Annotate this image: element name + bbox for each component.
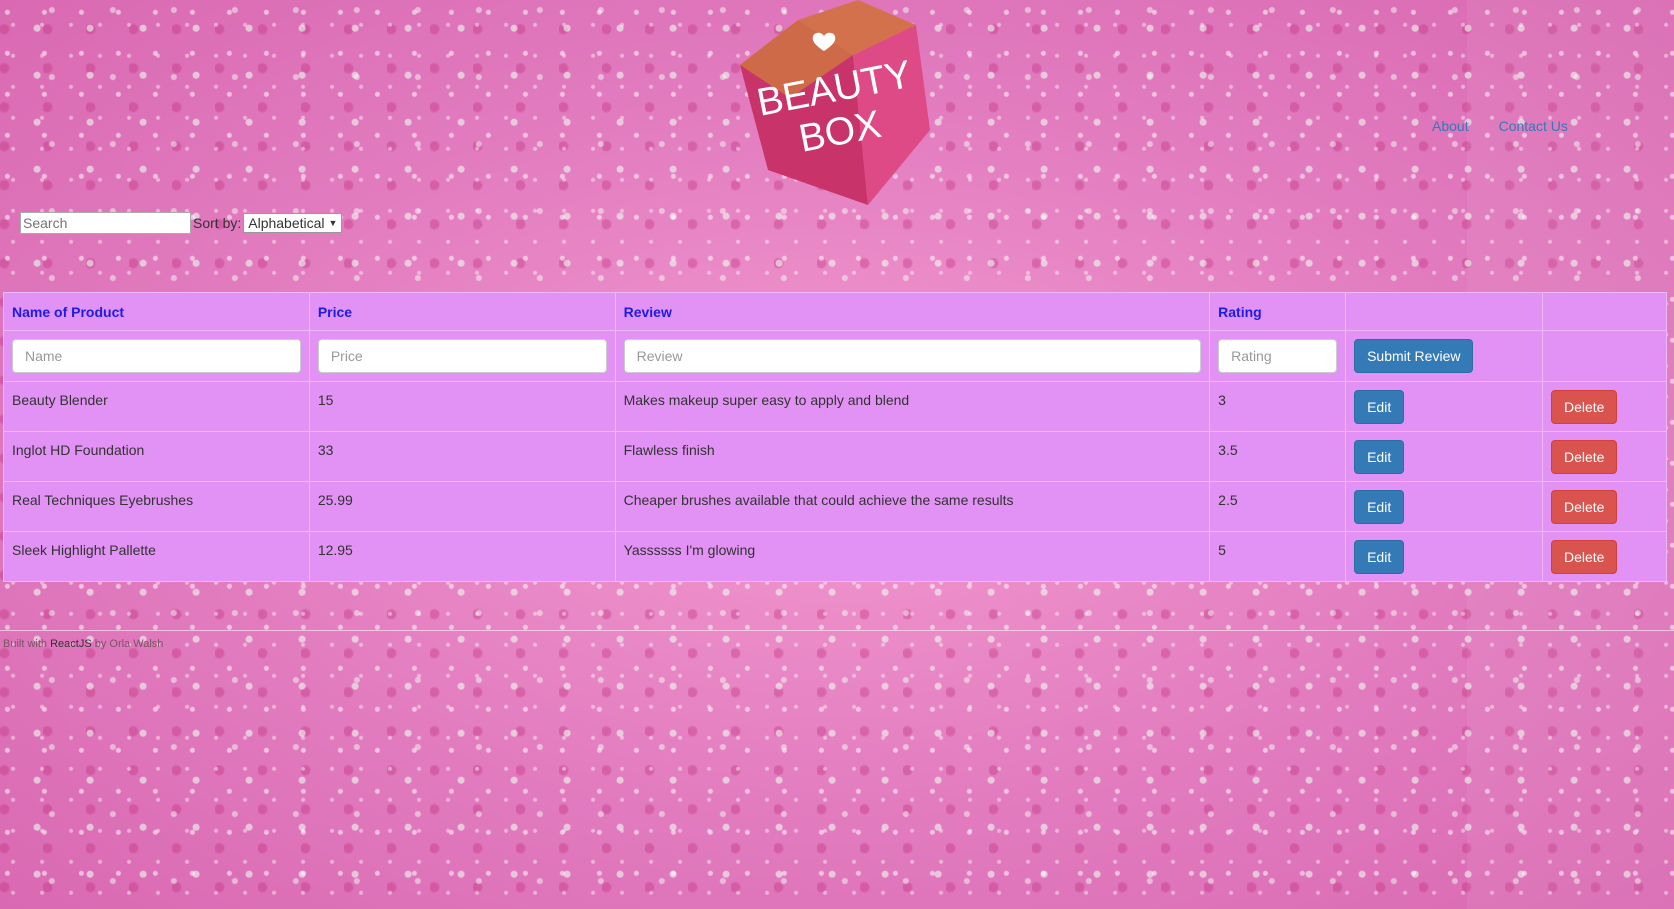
review-input-cell xyxy=(614,330,1211,382)
footer-divider xyxy=(0,630,1674,631)
reviews-table-container: Name of Product Price Review Rating Name… xyxy=(3,292,1667,582)
nav-contact-link[interactable]: Contact Us xyxy=(1499,118,1568,134)
footer-prefix: Built with xyxy=(3,638,51,650)
price-input-cell xyxy=(308,330,616,382)
edit-cell: Edit xyxy=(1345,531,1543,582)
table-row: Beauty Blender 15 Makes makeup super eas… xyxy=(3,381,1667,432)
edit-cell: Edit xyxy=(1345,381,1543,432)
empty-cell xyxy=(1542,330,1667,382)
table-row: Sleek Highlight Pallette 12.95 Yassssss … xyxy=(3,531,1667,582)
edit-button[interactable]: Edit xyxy=(1354,540,1405,574)
delete-button[interactable]: Delete xyxy=(1551,440,1618,474)
column-header-actions-edit xyxy=(1345,292,1543,331)
edit-button[interactable]: Edit xyxy=(1354,490,1405,524)
delete-button[interactable]: Delete xyxy=(1551,540,1618,574)
new-review-row: Submit Review xyxy=(3,330,1667,382)
delete-button[interactable]: Delete xyxy=(1551,390,1618,424)
sort-select[interactable]: Alphabetical ▼ xyxy=(243,213,343,233)
nav-about-link[interactable]: About xyxy=(1432,118,1469,134)
name-input-cell xyxy=(3,330,310,382)
product-price: 33 xyxy=(308,431,616,482)
edit-button[interactable]: Edit xyxy=(1354,390,1405,424)
column-header-name: Name of Product xyxy=(3,292,310,331)
submit-review-button[interactable]: Submit Review xyxy=(1354,339,1474,373)
caret-down-icon: ▼ xyxy=(328,218,338,228)
product-rating: 5 xyxy=(1209,531,1347,582)
footer-tech-link[interactable]: ReactJS xyxy=(50,638,92,650)
delete-cell: Delete xyxy=(1542,431,1667,482)
footer-suffix: by Orla Walsh xyxy=(91,638,164,650)
product-name: Sleek Highlight Pallette xyxy=(3,531,310,582)
table-header-row: Name of Product Price Review Rating xyxy=(3,292,1667,331)
sort-selected-value: Alphabetical xyxy=(248,215,325,231)
product-rating: 3 xyxy=(1209,381,1347,432)
price-input[interactable] xyxy=(317,339,607,373)
rating-input-cell xyxy=(1209,330,1347,382)
table-row: Inglot HD Foundation 33 Flawless finish … xyxy=(3,431,1667,482)
submit-cell: Submit Review xyxy=(1345,330,1543,382)
table-row: Real Techniques Eyebrushes 25.99 Cheaper… xyxy=(3,481,1667,532)
edit-cell: Edit xyxy=(1345,431,1543,482)
product-price: 15 xyxy=(308,381,616,432)
product-price: 12.95 xyxy=(308,531,616,582)
product-rating: 3.5 xyxy=(1209,431,1347,482)
column-header-review: Review xyxy=(614,292,1211,331)
product-name: Real Techniques Eyebrushes xyxy=(3,481,310,532)
sort-label: Sort by: xyxy=(193,215,242,231)
toolbar: Sort by: Alphabetical ▼ xyxy=(20,212,343,234)
edit-button[interactable]: Edit xyxy=(1354,440,1405,474)
product-name: Beauty Blender xyxy=(3,381,310,432)
beauty-box-logo[interactable]: BEAUTY BOX xyxy=(738,0,932,205)
column-header-rating: Rating xyxy=(1209,292,1347,331)
name-input[interactable] xyxy=(12,339,301,373)
review-input[interactable] xyxy=(623,339,1202,373)
search-input[interactable] xyxy=(20,212,191,234)
product-review: Yassssss I'm glowing xyxy=(614,531,1211,582)
product-review: Cheaper brushes available that could ach… xyxy=(614,481,1211,532)
column-header-actions-delete xyxy=(1542,292,1667,331)
delete-cell: Delete xyxy=(1542,531,1667,582)
reviews-table: Name of Product Price Review Rating Name… xyxy=(3,292,1667,582)
footer: Built with ReactJS by Orla Walsh xyxy=(3,638,163,650)
rating-input[interactable] xyxy=(1218,339,1338,373)
product-name: Inglot HD Foundation xyxy=(3,431,310,482)
product-rating: 2.5 xyxy=(1209,481,1347,532)
column-header-price: Price xyxy=(308,292,616,331)
delete-button[interactable]: Delete xyxy=(1551,490,1618,524)
product-review: Flawless finish xyxy=(614,431,1211,482)
delete-cell: Delete xyxy=(1542,381,1667,432)
delete-cell: Delete xyxy=(1542,481,1667,532)
product-price: 25.99 xyxy=(308,481,616,532)
edit-cell: Edit xyxy=(1345,481,1543,532)
product-review: Makes makeup super easy to apply and ble… xyxy=(614,381,1211,432)
top-nav: About Contact Us xyxy=(1432,118,1568,134)
